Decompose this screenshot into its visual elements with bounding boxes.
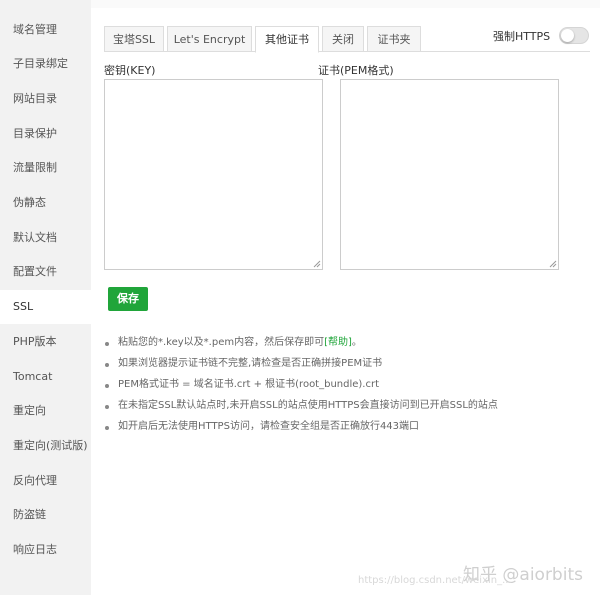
tab-cert-folder[interactable]: 证书夹 <box>367 26 421 52</box>
toggle-knob <box>561 29 574 42</box>
tip-suffix: 。 <box>351 337 362 348</box>
sidebar-item-traffic-limit[interactable]: 流量限制 <box>0 151 91 185</box>
sidebar-item-default-doc[interactable]: 默认文档 <box>0 221 91 255</box>
watermark-url: https://blog.csdn.net/weixin_... <box>358 575 512 586</box>
tips-list: 粘贴您的*.key以及*.pem内容，然后保存即可[帮助]。 如果浏览器提示证书… <box>104 335 584 440</box>
tip-item: 如开启后无法使用HTTPS访问，请检查安全组是否正确放行443端口 <box>104 419 584 440</box>
cert-field-label: 证书(PEM格式) <box>318 64 394 77</box>
sidebar-item-site-dir[interactable]: 网站目录 <box>0 82 91 116</box>
resize-grip-icon[interactable] <box>549 260 557 268</box>
tip-item: 如果浏览器提示证书链不完整,请检查是否正确拼接PEM证书 <box>104 356 584 377</box>
force-https-toggle[interactable] <box>559 27 589 44</box>
key-field-label: 密钥(KEY) <box>104 64 156 77</box>
tab-lets-encrypt[interactable]: Let's Encrypt <box>167 26 252 52</box>
cert-textarea[interactable] <box>340 79 559 270</box>
sidebar-item-reverse-proxy[interactable]: 反向代理 <box>0 464 91 498</box>
sidebar-item-response-log[interactable]: 响应日志 <box>0 533 91 567</box>
key-textarea[interactable] <box>104 79 323 270</box>
help-link[interactable]: [帮助] <box>324 337 352 348</box>
save-button[interactable]: 保存 <box>108 287 148 311</box>
sidebar-item-redirect[interactable]: 重定向 <box>0 394 91 428</box>
sidebar-item-dir-protect[interactable]: 目录保护 <box>0 117 91 151</box>
sidebar-item-subdir[interactable]: 子目录绑定 <box>0 47 91 81</box>
top-strip <box>91 0 600 8</box>
sidebar-item-config[interactable]: 配置文件 <box>0 255 91 289</box>
sidebar-item-php-version[interactable]: PHP版本 <box>0 325 91 359</box>
sidebar: 域名管理 子目录绑定 网站目录 目录保护 流量限制 伪静态 默认文档 配置文件 … <box>0 0 91 595</box>
tab-other-cert[interactable]: 其他证书 <box>255 26 319 53</box>
sidebar-item-domain[interactable]: 域名管理 <box>0 13 91 47</box>
tab-close[interactable]: 关闭 <box>322 26 364 52</box>
sidebar-item-redirect-beta[interactable]: 重定向(测试版) <box>0 429 91 463</box>
tip-item: 在未指定SSL默认站点时,未开启SSL的站点使用HTTPS会直接访问到已开启SS… <box>104 398 584 419</box>
sidebar-item-hotlink[interactable]: 防盗链 <box>0 498 91 532</box>
sidebar-item-tomcat[interactable]: Tomcat <box>0 360 91 394</box>
sidebar-item-ssl[interactable]: SSL <box>0 290 91 324</box>
tab-baota-ssl[interactable]: 宝塔SSL <box>104 26 164 52</box>
force-https-label: 强制HTTPS <box>493 30 551 43</box>
tip-text: 粘贴您的*.key以及*.pem内容，然后保存即可 <box>118 337 325 348</box>
sidebar-item-rewrite[interactable]: 伪静态 <box>0 186 91 220</box>
tip-item: PEM格式证书 = 域名证书.crt + 根证书(root_bundle).cr… <box>104 377 584 398</box>
tip-item: 粘贴您的*.key以及*.pem内容，然后保存即可[帮助]。 <box>104 335 584 356</box>
resize-grip-icon[interactable] <box>313 260 321 268</box>
